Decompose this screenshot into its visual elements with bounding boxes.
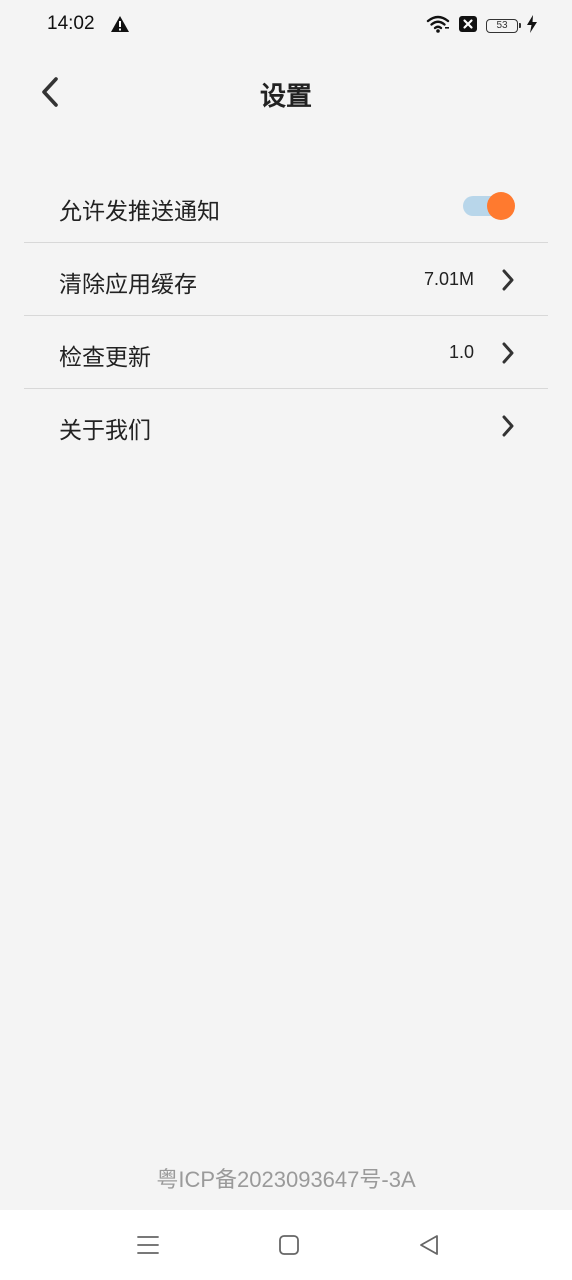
- icp-license-text: 粤ICP备2023093647号-3A: [156, 1167, 416, 1192]
- settings-row-check-update[interactable]: 检查更新 1.0: [24, 316, 548, 389]
- settings-row-clear-cache[interactable]: 清除应用缓存 7.01M: [24, 243, 548, 316]
- wifi-icon: [426, 14, 450, 38]
- charging-bolt-icon: [526, 15, 538, 37]
- chevron-right-icon: [502, 269, 514, 291]
- settings-row-push: 允许发推送通知: [24, 170, 548, 243]
- push-notification-label: 允许发推送通知: [59, 199, 220, 225]
- version-value: 1.0: [448, 342, 474, 362]
- sim-disabled-icon: [458, 15, 478, 37]
- header: 设置: [0, 60, 572, 124]
- page-title: 设置: [259, 82, 312, 112]
- chevron-right-icon: [502, 415, 514, 437]
- cache-size-value: 7.01M: [423, 269, 474, 289]
- warning-icon: [110, 15, 130, 37]
- system-nav-bar: [0, 1210, 572, 1280]
- clear-cache-label: 清除应用缓存: [59, 272, 197, 298]
- about-us-label: 关于我们: [59, 418, 151, 444]
- status-time: 14:02: [47, 13, 95, 34]
- home-icon: [279, 1235, 299, 1255]
- home-button[interactable]: [276, 1232, 302, 1258]
- menu-button[interactable]: [135, 1232, 161, 1258]
- status-icons: 53: [426, 14, 538, 38]
- back-icon: [420, 1235, 438, 1255]
- menu-icon: [137, 1236, 159, 1254]
- toggle-knob: [487, 192, 515, 220]
- check-update-label: 检查更新: [59, 345, 151, 371]
- battery-icon: 53: [486, 19, 521, 33]
- chevron-right-icon: [502, 342, 514, 364]
- settings-row-about[interactable]: 关于我们: [24, 389, 548, 462]
- status-bar: 14:02 53: [0, 0, 572, 52]
- settings-list: 允许发推送通知 清除应用缓存 7.01M 检查更新 1.0 关于我们: [24, 170, 548, 462]
- push-notification-toggle[interactable]: [463, 192, 515, 220]
- back-nav-button[interactable]: [416, 1232, 442, 1258]
